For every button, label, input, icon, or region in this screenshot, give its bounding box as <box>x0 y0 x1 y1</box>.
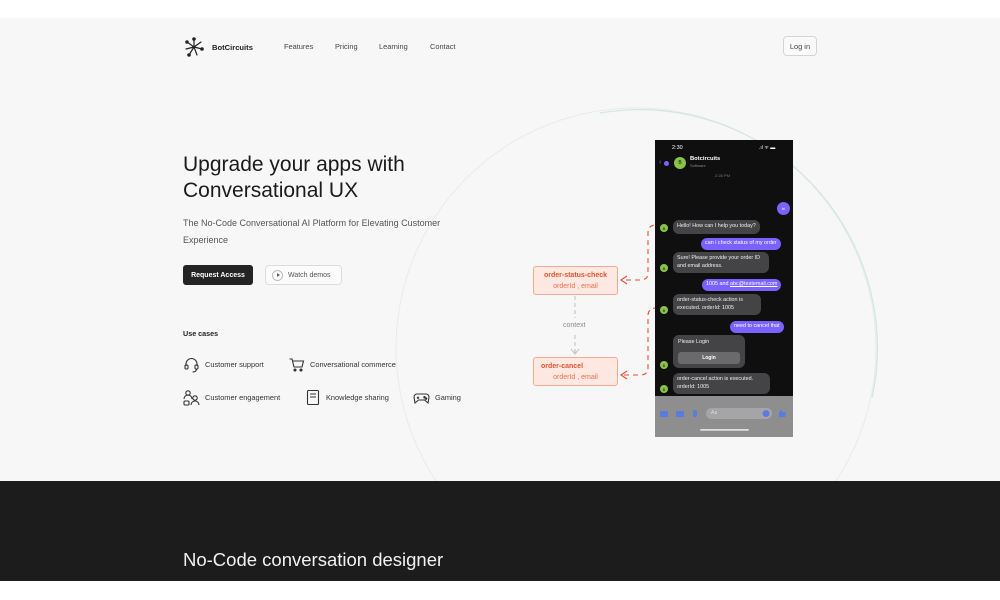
action-name: order-cancel <box>541 363 584 370</box>
bot-message: Hello! How can I help you today? <box>673 220 760 234</box>
bot-avatar-small: B <box>660 385 668 393</box>
email-link[interactable]: abc@testemail.com <box>730 281 777 287</box>
designer-section: No-Code conversation designer <box>0 481 1000 581</box>
user-message-text: 1005 and <box>706 281 730 287</box>
page: BotCircuits Features Pricing Learning Co… <box>0 0 1000 600</box>
action-params: orderId , email <box>553 283 598 290</box>
bot-avatar-small: B <box>660 264 668 272</box>
action-box-order-cancel: order-cancel orderId , email <box>533 357 618 386</box>
action-box-order-status-check: order-status-check orderId , email <box>533 266 618 295</box>
message-input[interactable]: Aa <box>711 410 717 416</box>
hero-section: BotCircuits Features Pricing Learning Co… <box>0 18 1000 481</box>
bot-avatar-small: B <box>660 361 668 369</box>
user-avatar: hi <box>777 202 790 215</box>
chat-timestamp: 2:28 PM <box>715 173 730 178</box>
section-title: No-Code conversation designer <box>183 549 444 570</box>
phone-login-button[interactable]: Login <box>678 352 740 364</box>
user-message: need to cancel that <box>730 321 784 333</box>
flow-connectors <box>570 224 730 380</box>
user-message: can i check status of my order <box>701 238 781 250</box>
action-params: orderId , email <box>553 374 598 381</box>
login-prompt: Please Login <box>678 339 710 345</box>
composer-icons <box>660 408 786 431</box>
bot-avatar: B <box>674 157 686 169</box>
phone-input-bar: Aa <box>655 396 793 437</box>
bot-message: order-cancel action is executed. orderId… <box>673 373 770 394</box>
user-message: 1005 and abc@testemail.com <box>702 279 782 291</box>
phone-status-icons: .ıl ᯤ ▬ <box>759 145 776 151</box>
contact-subtitle: Software <box>690 163 706 168</box>
bot-avatar-small: B <box>660 224 668 232</box>
context-label: context <box>563 322 586 329</box>
bot-avatar-small: B <box>660 306 668 314</box>
bot-message: order-status-check action is executed. o… <box>673 294 761 315</box>
bot-message: Sure! Please provide your order ID and e… <box>673 252 769 273</box>
action-name: order-status-check <box>543 272 608 279</box>
phone-mockup: 2:30 .ıl ᯤ ▬ ‹ B Botcircuits Software 2:… <box>655 140 793 437</box>
unread-dot <box>664 161 669 166</box>
back-chevron-icon[interactable]: ‹ <box>659 159 661 166</box>
contact-name: Botcircuits <box>690 156 721 162</box>
login-card: Please Login Login <box>673 335 745 368</box>
phone-time: 2:30 <box>672 145 683 151</box>
